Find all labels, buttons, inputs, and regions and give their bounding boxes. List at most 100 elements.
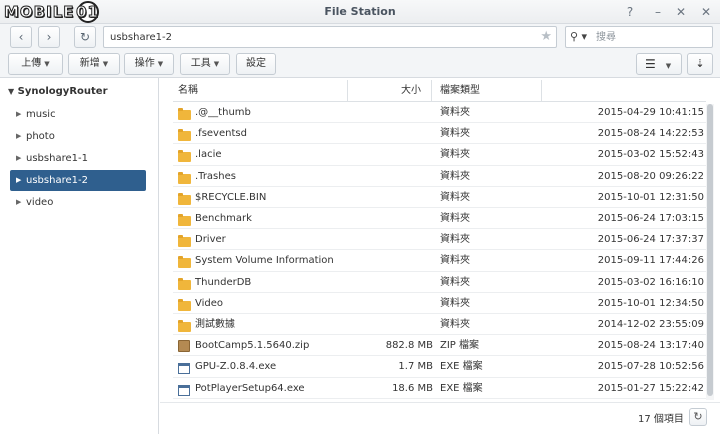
table-row[interactable]: System Volume Information 資料夾 2015-09-11 1… (173, 250, 706, 272)
file-type: 資料夾 (440, 149, 470, 161)
sidebar-item-usbshare1-2[interactable]: ▶ usbshare1-2 (10, 170, 146, 191)
column-header-size[interactable]: 大小 (353, 80, 421, 102)
search-input[interactable] (596, 28, 706, 46)
column-divider[interactable] (347, 80, 348, 102)
file-modified: 2015-08-24 14:22:53 (597, 128, 704, 140)
file-type: EXE 檔案 (440, 382, 483, 394)
folder-icon (178, 250, 192, 271)
file-name: BootCamp5.1.5640.zip (195, 340, 310, 352)
close-icon[interactable]: ✕ (698, 4, 714, 20)
list-view-icon: ☰ (645, 57, 656, 71)
file-name: ThunderDB (195, 276, 252, 288)
file-modified: 2015-08-24 13:17:40 (597, 340, 704, 352)
file-size: 1.7 MB (398, 361, 433, 373)
tree-root-label: SynologyRouter (17, 86, 108, 97)
upload-label: 上傳 (21, 58, 42, 69)
table-row[interactable]: PotPlayerSetup64.exe 18.6 MB EXE 檔案 2015-01… (173, 378, 706, 399)
sidebar-item-label: music (26, 109, 56, 120)
view-mode-button[interactable]: ☰ ▼ (636, 53, 682, 75)
caret-down-icon: ▼ (665, 62, 672, 70)
file-type: 資料夾 (440, 255, 470, 267)
table-row[interactable]: Video 資料夾 2015-10-01 12:34:50 (173, 293, 706, 314)
column-divider[interactable] (541, 80, 542, 102)
star-icon[interactable]: ★ (540, 29, 552, 45)
question-icon[interactable]: ? (622, 4, 638, 20)
file-modified: 2015-08-20 09:26:22 (597, 170, 704, 182)
settings-button[interactable]: 設定 (236, 53, 276, 75)
column-divider[interactable] (431, 80, 432, 102)
tools-button[interactable]: 工具 ▼ (180, 53, 230, 75)
search-icon[interactable]: ⚲ ▾ (570, 29, 592, 45)
table-row[interactable]: $RECYCLE.BIN 資料夾 2015-10-01 12:31:50 (173, 187, 706, 208)
column-header-name[interactable]: 名稱 (178, 80, 198, 102)
tree-root[interactable]: ▼ SynologyRouter (8, 84, 108, 100)
settings-label: 設定 (246, 58, 266, 69)
file-type: ZIP 檔案 (440, 340, 480, 352)
table-row[interactable]: Driver 資料夾 2015-06-24 17:37:37 (173, 229, 706, 251)
table-row[interactable]: .@__thumb 資料夾 2015-04-29 10:41:15 (173, 102, 706, 124)
file-type: 資料夾 (440, 319, 470, 330)
table-row[interactable]: ThunderDB 資料夾 2015-03-02 16:16:10 (173, 272, 706, 293)
path-field[interactable]: ★ (103, 26, 557, 48)
file-modified: 2015-10-01 12:34:50 (597, 297, 704, 309)
table-row[interactable]: .Trashes 資料夾 2015-08-20 09:26:22 (173, 166, 706, 187)
file-name: .Trashes (195, 170, 236, 182)
file-modified: 2015-01-27 15:22:42 (597, 382, 704, 394)
maximize-icon[interactable]: ✕ (673, 4, 689, 20)
address-bar: ‹ › ↻ ★ ⚲ ▾ (0, 24, 720, 50)
refresh-list-button[interactable]: ↻ (689, 408, 707, 426)
file-name: 測試數據 (195, 319, 235, 330)
new-label: 新增 (79, 58, 100, 69)
file-name: .@__thumb (195, 107, 251, 118)
file-name: Video (195, 297, 224, 309)
scrollbar-thumb[interactable] (707, 104, 713, 396)
file-size: 18.6 MB (392, 382, 433, 394)
back-button[interactable]: ‹ (10, 26, 32, 48)
folder-icon (178, 314, 192, 335)
sidebar-item-video[interactable]: ▶ video (10, 192, 146, 213)
table-row[interactable]: Benchmark 資料夾 2015-06-24 17:03:15 (173, 208, 706, 230)
caret-down-icon: ▼ (213, 60, 220, 68)
item-count: 17 個項目 (638, 414, 684, 425)
file-type: 資料夾 (440, 276, 470, 288)
caret-down-icon: ▼ (8, 87, 15, 96)
table-row[interactable]: GPU-Z.0.8.4.exe 1.7 MB EXE 檔案 2015-07-28 10… (173, 356, 706, 378)
file-type: 資料夾 (440, 234, 470, 246)
sidebar-item-label: usbshare1-2 (26, 175, 88, 186)
file-size: 882.8 MB (385, 340, 433, 352)
chevron-right-icon: › (46, 30, 52, 44)
scrollbar[interactable] (706, 104, 714, 400)
minimize-icon[interactable]: – (650, 4, 666, 20)
sidebar-item-photo[interactable]: ▶ photo (10, 126, 146, 147)
sidebar-item-music[interactable]: ▶ music (10, 104, 146, 125)
caret-right-icon: ▶ (16, 198, 22, 206)
folder-icon (178, 123, 192, 144)
caret-right-icon: ▶ (16, 176, 22, 184)
table-row[interactable]: 測試數據 資料夾 2014-12-02 23:55:09 (173, 314, 706, 336)
sort-button[interactable]: ⇣ (687, 53, 713, 75)
forward-button[interactable]: › (38, 26, 60, 48)
refresh-button[interactable]: ↻ (74, 26, 96, 48)
table-row[interactable]: .fseventsd 資料夾 2015-08-24 14:22:53 (173, 123, 706, 145)
chevron-left-icon: ‹ (18, 30, 24, 44)
file-name: Driver (195, 234, 226, 246)
table-row[interactable]: BootCamp5.1.5640.zip 882.8 MB ZIP 檔案 2015-0… (173, 335, 706, 357)
column-header-type[interactable]: 檔案類型 (440, 80, 480, 102)
new-button[interactable]: 新增 ▼ (68, 53, 120, 75)
file-name: PotPlayerSetup64.exe (195, 382, 305, 394)
path-input[interactable] (104, 27, 524, 47)
zip-file-icon (178, 335, 192, 356)
table-row[interactable]: .lacie 資料夾 2015-03-02 15:52:43 (173, 144, 706, 166)
refresh-icon: ↻ (79, 30, 91, 44)
sidebar-item-label: photo (26, 131, 55, 142)
window-title: File Station (324, 5, 396, 18)
upload-button[interactable]: 上傳 ▼ (8, 53, 63, 75)
file-modified: 2015-10-01 12:31:50 (597, 191, 704, 203)
tools-label: 工具 (190, 58, 211, 69)
file-modified: 2015-03-02 16:16:10 (597, 276, 704, 288)
action-button[interactable]: 操作 ▼ (124, 53, 174, 75)
sidebar-item-usbshare1-1[interactable]: ▶ usbshare1-1 (10, 148, 146, 169)
search-box[interactable]: ⚲ ▾ (565, 26, 713, 48)
caret-down-icon: ▼ (102, 60, 109, 68)
caret-down-icon: ▼ (44, 60, 50, 68)
